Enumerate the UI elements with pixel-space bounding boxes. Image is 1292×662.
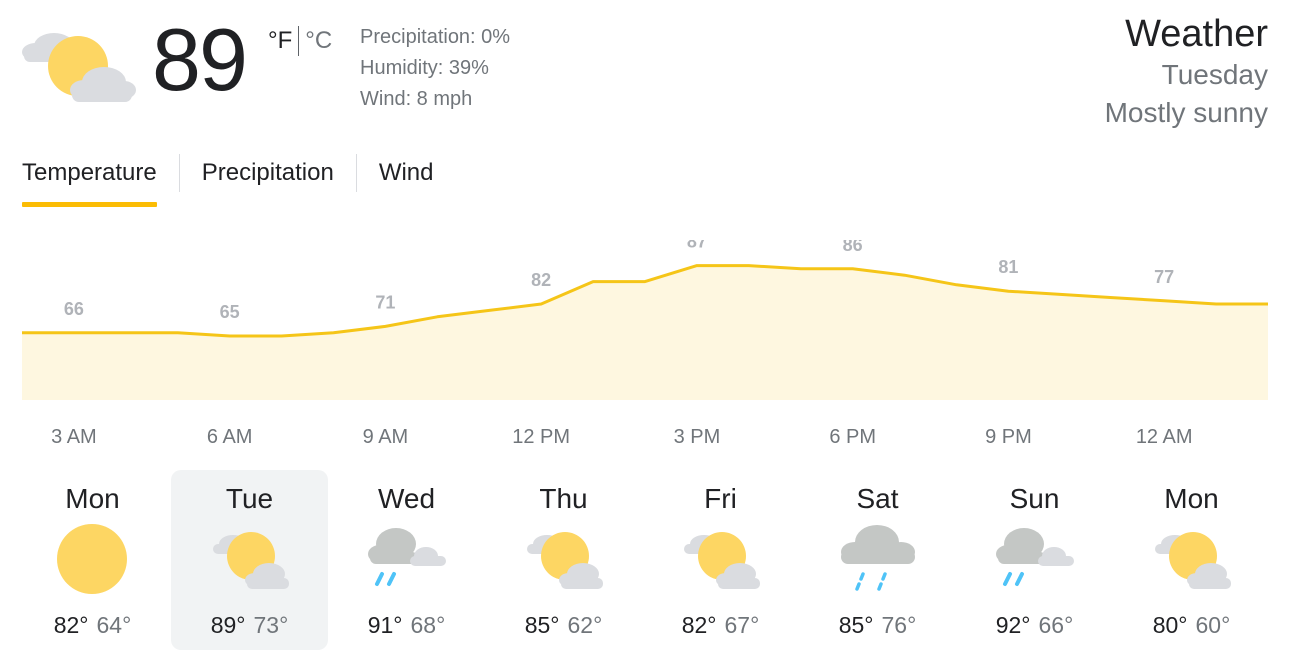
day-name: Sun — [1009, 483, 1060, 514]
day-temps: 91° 68° — [328, 610, 485, 640]
data-label: 82 — [531, 270, 551, 290]
rain-showers-icon — [996, 528, 1074, 586]
x-tick-label: 3 AM — [51, 426, 97, 448]
partly-cloudy-icon — [1155, 532, 1231, 589]
forecast-day[interactable]: Thu 85° 62° — [485, 470, 642, 650]
weather-header: Weather Tuesday Mostly sunny — [1105, 12, 1268, 132]
tab-wind[interactable]: Wind — [379, 150, 434, 206]
x-tick-label: 3 PM — [674, 426, 721, 448]
day-high: 89° — [210, 612, 246, 638]
day-high: 82° — [681, 612, 717, 638]
data-label: 77 — [1154, 267, 1174, 287]
weather-day: Tuesday — [1161, 59, 1268, 90]
data-label: 86 — [843, 240, 863, 255]
tab-divider — [178, 154, 180, 192]
data-label: 65 — [220, 302, 240, 322]
unit-toggle: °F °C — [268, 26, 332, 56]
day-low: 64° — [96, 612, 132, 638]
x-tick-label: 12 PM — [512, 426, 570, 448]
weather-condition: Mostly sunny — [1104, 97, 1268, 128]
day-temps: 89° 73° — [171, 610, 328, 640]
day-temps: 80° 60° — [1113, 610, 1270, 640]
day-low: 73° — [253, 612, 289, 638]
data-label: 71 — [375, 292, 395, 312]
data-label: 81 — [998, 257, 1018, 277]
day-name: Wed — [377, 483, 436, 514]
day-temps: 85° 76° — [799, 610, 956, 640]
rain-showers-icon — [368, 528, 446, 586]
day-name: Mon — [1164, 483, 1219, 514]
day-low: 68° — [410, 612, 446, 638]
day-name: Sat — [856, 483, 899, 514]
sunny-icon — [57, 524, 127, 594]
unit-fahrenheit[interactable]: °F — [268, 26, 292, 56]
x-tick-label: 6 PM — [829, 426, 876, 448]
humidity-text: Humidity: 39% — [360, 57, 489, 79]
partly-cloudy-icon — [22, 33, 136, 102]
day-high: 85° — [838, 612, 874, 638]
day-low: 62° — [567, 612, 603, 638]
forecast-day[interactable]: Tue 89° 73° — [171, 470, 328, 650]
weather-title: Weather — [1125, 13, 1268, 55]
day-temps: 82° 64° — [14, 610, 171, 640]
day-name: Thu — [539, 483, 588, 514]
day-high: 85° — [524, 612, 560, 638]
data-label: 66 — [64, 299, 84, 319]
forecast-day[interactable]: Fri 82° 67° — [642, 470, 799, 650]
precipitation-text: Precipitation: 0% — [360, 26, 511, 48]
daily-forecast: Mon 82° 64° Tue 89° 73° Wed 91° 68° Thu — [14, 470, 1278, 652]
day-name: Fri — [704, 483, 737, 514]
x-tick-label: 12 AM — [1136, 426, 1193, 448]
day-high: 91° — [367, 612, 403, 638]
x-tick-label: 9 AM — [363, 426, 409, 448]
day-high: 80° — [1152, 612, 1188, 638]
day-name: Tue — [225, 483, 274, 514]
day-temps: 85° 62° — [485, 610, 642, 640]
day-name: Mon — [65, 483, 120, 514]
day-low: 67° — [724, 612, 760, 638]
forecast-day[interactable]: Sat 85° 76° — [799, 470, 956, 650]
data-label: 87 — [687, 240, 707, 252]
temperature-chart[interactable]: 66 65 71 82 87 86 81 77 3 AM 6 AM 9 AM 12 PM 3 PM 6 P… — [0, 240, 1292, 470]
scattered-showers-icon — [841, 525, 915, 591]
day-temps: 92° 66° — [956, 610, 1113, 640]
forecast-day[interactable]: Mon 82° 64° — [14, 470, 171, 650]
tab-temperature[interactable]: Temperature — [22, 150, 157, 207]
day-low: 60° — [1195, 612, 1231, 638]
chart-tabs: Temperature Precipitation Wind — [22, 150, 434, 210]
partly-cloudy-icon — [527, 532, 603, 589]
day-temps: 82° 67° — [642, 610, 799, 640]
partly-cloudy-icon — [684, 532, 760, 589]
day-low: 66° — [1038, 612, 1074, 638]
temperature-area — [22, 265, 1268, 400]
day-low: 76° — [881, 612, 917, 638]
wind-text: Wind: 8 mph — [360, 88, 473, 110]
current-temperature: 89 — [152, 10, 248, 109]
tab-divider — [355, 154, 357, 192]
forecast-day[interactable]: Wed 91° 68° — [328, 470, 485, 650]
x-tick-label: 9 PM — [985, 426, 1032, 448]
unit-celsius[interactable]: °C — [305, 26, 332, 56]
current-details: Precipitation: 0% Humidity: 39% Wind: 8 … — [360, 22, 510, 115]
x-tick-label: 6 AM — [207, 426, 253, 448]
day-high: 92° — [995, 612, 1031, 638]
day-high: 82° — [53, 612, 89, 638]
tab-precipitation[interactable]: Precipitation — [202, 150, 334, 206]
forecast-day[interactable]: Sun 92° 66° — [956, 470, 1113, 650]
unit-divider — [298, 26, 300, 56]
forecast-day[interactable]: Mon 80° 60° — [1113, 470, 1270, 650]
partly-cloudy-icon — [213, 532, 289, 589]
